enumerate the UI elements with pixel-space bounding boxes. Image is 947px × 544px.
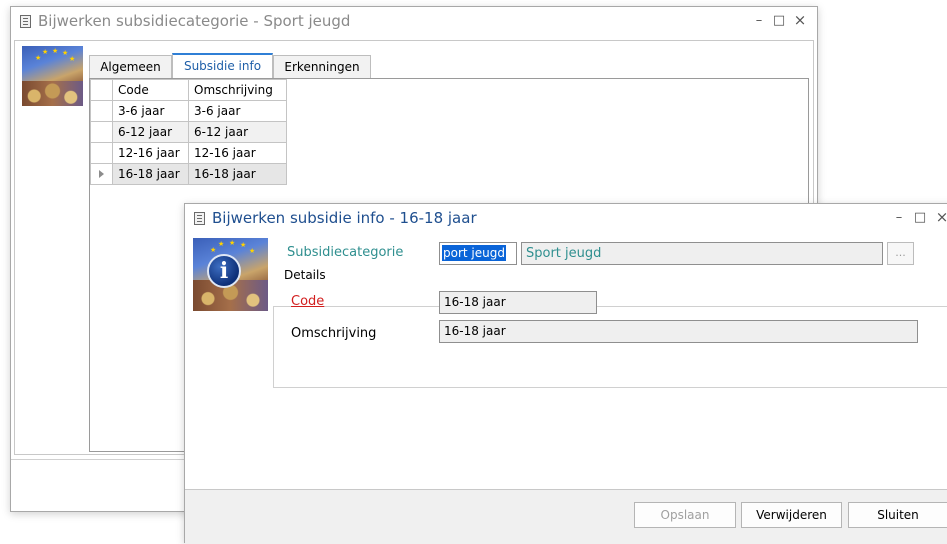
cell-omschrijving[interactable]: 16-18 jaar: [188, 163, 287, 185]
table-row[interactable]: 16-18 jaar 16-18 jaar: [90, 163, 287, 185]
minimize-button[interactable]: –: [752, 13, 766, 28]
subsidiecategorie-code-input[interactable]: port jeugd: [439, 242, 517, 265]
close-dialog-button[interactable]: Sluiten: [848, 502, 947, 528]
subsidie-info-grid: Code Omschrijving 3-6 jaar 3-6 jaar 6-12…: [90, 79, 287, 185]
subsidiecategorie-name-field: Sport jeugd: [521, 242, 883, 265]
table-row[interactable]: 12-16 jaar 12-16 jaar: [90, 142, 287, 164]
omschrijving-input[interactable]: 16-18 jaar: [439, 320, 918, 343]
info-icon: i: [207, 254, 241, 288]
delete-button[interactable]: Verwijderen: [741, 502, 842, 528]
save-button[interactable]: Opslaan: [634, 502, 736, 528]
tab-algemeen[interactable]: Algemeen: [89, 55, 172, 78]
cell-code[interactable]: 6-12 jaar: [112, 121, 189, 143]
omschrijving-label: Omschrijving: [291, 326, 377, 341]
tab-erkenningen[interactable]: Erkenningen: [273, 55, 371, 78]
cell-code[interactable]: 3-6 jaar: [112, 100, 189, 122]
subsidie-info-window: Bijwerken subsidie info - 16-18 jaar – □…: [184, 203, 947, 544]
info-thumbnail: ★ ★ ★ ★ ★ i: [193, 238, 268, 311]
maximize-button[interactable]: □: [772, 13, 786, 28]
grid-header-row: Code Omschrijving: [90, 79, 287, 101]
close-button[interactable]: ×: [793, 11, 807, 29]
cell-omschrijving[interactable]: 3-6 jaar: [188, 100, 287, 122]
minimize-button[interactable]: –: [892, 210, 906, 225]
browse-button[interactable]: ...: [887, 242, 914, 265]
cell-omschrijving[interactable]: 6-12 jaar: [188, 121, 287, 143]
code-label-link[interactable]: Code: [291, 294, 324, 309]
row-indicator: [90, 163, 113, 185]
front-content: ★ ★ ★ ★ ★ i Subsidiecategorie port jeugd S…: [187, 234, 947, 489]
code-input[interactable]: 16-18 jaar: [439, 291, 597, 314]
details-group: [273, 306, 947, 388]
front-titlebar[interactable]: Bijwerken subsidie info - 16-18 jaar – □…: [185, 204, 947, 234]
column-header-code[interactable]: Code: [112, 79, 189, 101]
close-button[interactable]: ×: [935, 208, 947, 226]
tab-subsidie-info[interactable]: Subsidie info: [172, 53, 273, 78]
subsidiecategorie-label: Subsidiecategorie: [287, 245, 404, 260]
table-row[interactable]: 3-6 jaar 3-6 jaar: [90, 100, 287, 122]
back-titlebar[interactable]: Bijwerken subsidiecategorie - Sport jeug…: [11, 7, 817, 37]
row-indicator-icon: [99, 170, 104, 178]
details-group-title: Details: [282, 268, 328, 282]
maximize-button[interactable]: □: [913, 210, 927, 225]
cell-code[interactable]: 12-16 jaar: [112, 142, 189, 164]
subsidy-thumbnail: ★ ★ ★ ★ ★: [22, 46, 83, 106]
table-row[interactable]: 6-12 jaar 6-12 jaar: [90, 121, 287, 143]
back-window-title: Bijwerken subsidiecategorie - Sport jeug…: [38, 12, 351, 30]
column-header-omschrijving[interactable]: Omschrijving: [188, 79, 287, 101]
form-icon: [194, 212, 205, 225]
front-window-title: Bijwerken subsidie info - 16-18 jaar: [212, 209, 477, 227]
form-icon: [20, 15, 31, 28]
cell-code[interactable]: 16-18 jaar: [112, 163, 189, 185]
cell-omschrijving[interactable]: 12-16 jaar: [188, 142, 287, 164]
